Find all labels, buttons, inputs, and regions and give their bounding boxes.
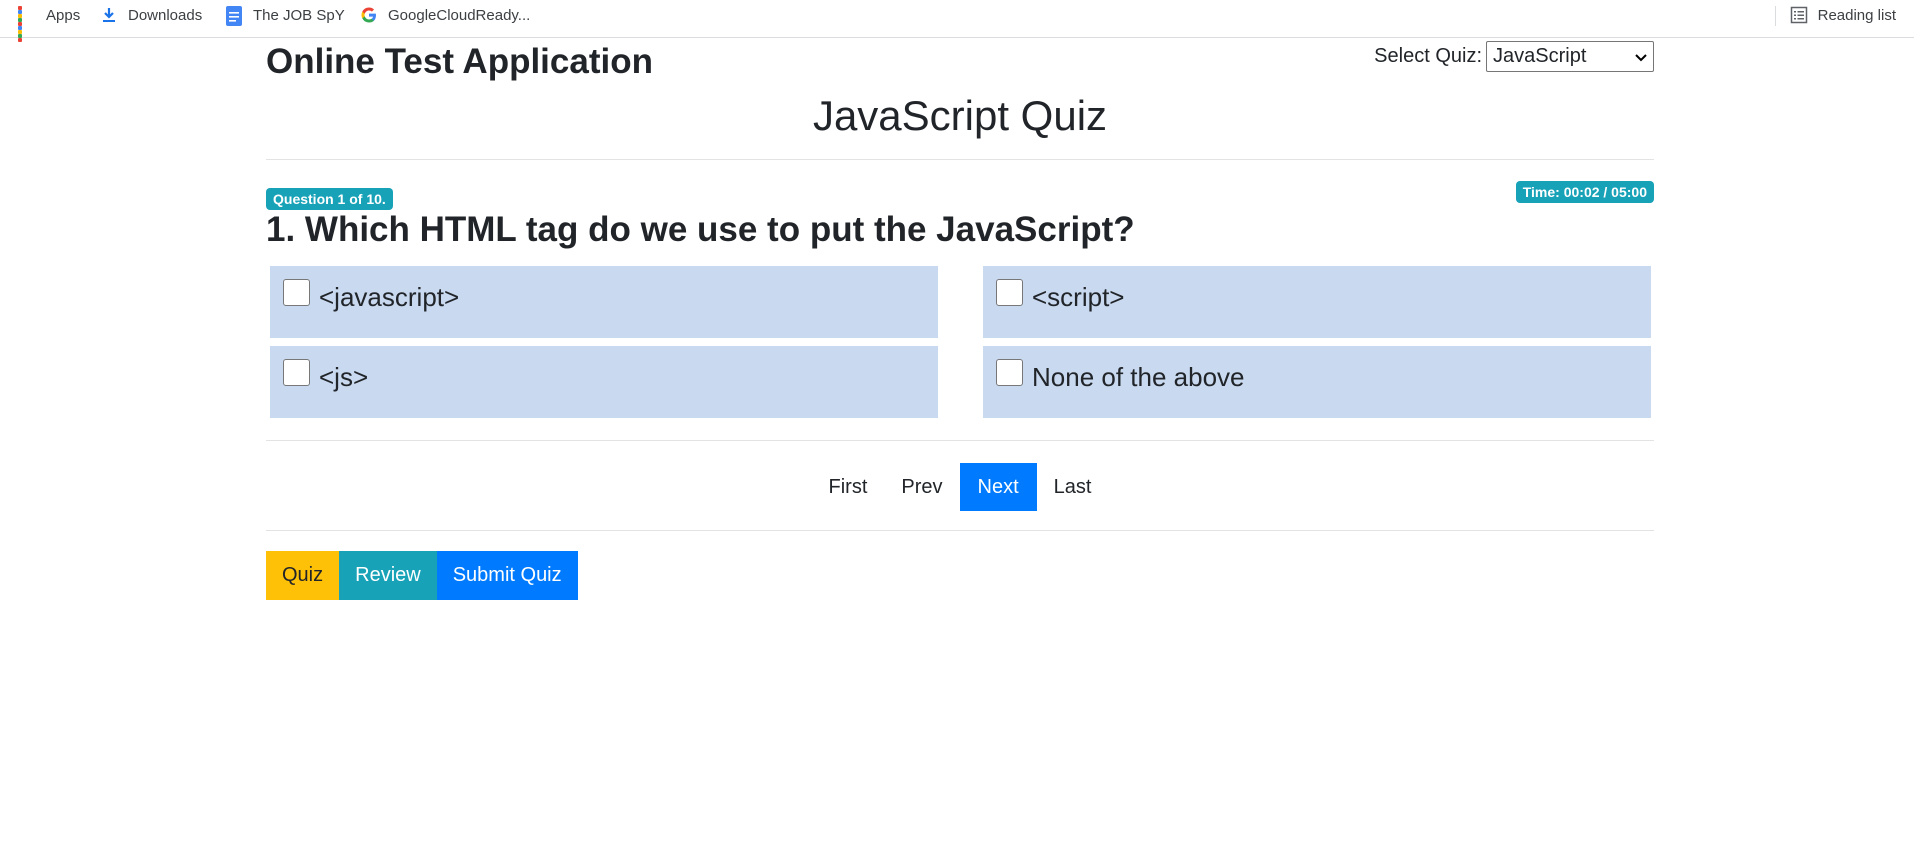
- apps-grid-icon: [18, 6, 36, 42]
- chevron-down-icon: [1635, 45, 1647, 68]
- question-text: 1. Which HTML tag do we use to put the J…: [266, 210, 1135, 249]
- bookmark-downloads-label: Downloads: [128, 6, 203, 24]
- google-icon: [360, 6, 378, 24]
- bookmark-jobspy[interactable]: The JOB SpY: [225, 5, 345, 26]
- answer-checkbox[interactable]: [996, 279, 1023, 306]
- answer-option[interactable]: <script>: [983, 266, 1651, 338]
- divider: [266, 440, 1654, 441]
- answer-checkbox[interactable]: [283, 279, 310, 306]
- quiz-select-group: Select Quiz: JavaScript: [1374, 41, 1654, 72]
- bookmarks-separator: [1775, 6, 1776, 26]
- answer-checkbox[interactable]: [996, 359, 1023, 386]
- answer-checkbox[interactable]: [283, 359, 310, 386]
- answer-option-label: <js>: [319, 362, 369, 392]
- answer-option-label: None of the above: [1032, 362, 1245, 392]
- reading-list-button[interactable]: Reading list: [1790, 5, 1896, 25]
- answer-option[interactable]: None of the above: [983, 346, 1651, 418]
- bookmark-googlecloudready-label: GoogleCloudReady...: [388, 6, 531, 24]
- action-buttons: Quiz Review Submit Quiz: [266, 551, 578, 600]
- next-page-button[interactable]: Next: [959, 463, 1037, 511]
- divider: [266, 159, 1654, 160]
- reading-list-icon: [1790, 6, 1808, 24]
- quiz-title: JavaScript Quiz: [812, 92, 1108, 139]
- prev-page-button[interactable]: Prev: [884, 463, 959, 511]
- reading-list-label: Reading list: [1817, 6, 1896, 24]
- question-count-badge: Question 1 of 10.: [266, 188, 393, 210]
- docs-icon: [225, 6, 243, 26]
- bookmark-googlecloudready[interactable]: GoogleCloudReady...: [360, 5, 530, 25]
- bookmark-apps-label: Apps: [46, 6, 81, 24]
- timer-badge: Time: 00:02 / 05:00: [1515, 181, 1654, 203]
- bookmark-downloads[interactable]: Downloads: [100, 5, 202, 25]
- last-page-button[interactable]: Last: [1037, 463, 1109, 511]
- quiz-select-value: JavaScript: [1493, 45, 1587, 67]
- quiz-select-label: Select Quiz:: [1374, 45, 1482, 67]
- download-icon: [100, 6, 118, 24]
- divider: [266, 530, 1654, 531]
- bookmark-apps[interactable]: Apps: [18, 5, 81, 42]
- submit-quiz-button[interactable]: Submit Quiz: [436, 551, 578, 600]
- answer-option-label: <javascript>: [319, 282, 460, 312]
- quiz-mode-button[interactable]: Quiz: [266, 551, 340, 600]
- quiz-select[interactable]: JavaScript: [1486, 41, 1654, 72]
- review-mode-button[interactable]: Review: [339, 551, 437, 600]
- bookmarks-bar: Apps Downloads The JOB SpY GoogleCloudRe…: [0, 0, 1914, 42]
- answer-option[interactable]: <javascript>: [270, 266, 938, 338]
- first-page-button[interactable]: First: [812, 463, 885, 511]
- pagination: First Prev Next Last: [266, 463, 1654, 511]
- bookmark-jobspy-label: The JOB SpY: [253, 6, 345, 24]
- answer-option-label: <script>: [1032, 282, 1125, 312]
- answer-option[interactable]: <js>: [270, 346, 938, 418]
- app-title: Online Test Application: [266, 42, 653, 81]
